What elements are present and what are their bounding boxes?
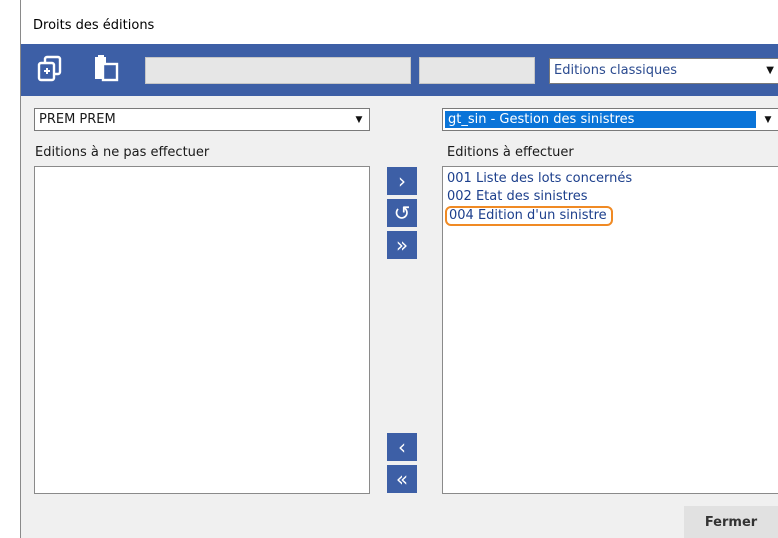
title-bar: Droits des éditions [21, 0, 778, 44]
copy-icon [36, 54, 64, 86]
list-item[interactable]: 002 Etat des sinistres [443, 188, 778, 206]
user-select[interactable]: PREM PREM ▼ [34, 108, 370, 131]
close-button[interactable]: Fermer [684, 506, 778, 538]
double-chevron-left-icon: « [395, 467, 409, 491]
copy-button[interactable] [33, 54, 67, 86]
included-list-label: Editions à effectuer [447, 145, 574, 160]
chevron-left-icon: ‹ [398, 435, 406, 459]
module-select[interactable]: gt_sin - Gestion des sinistres ▼ [442, 108, 778, 131]
move-right-button[interactable]: › [387, 167, 417, 195]
list-item[interactable]: 001 Liste des lots concernés [443, 170, 778, 188]
move-left-button[interactable]: ‹ [387, 433, 417, 461]
double-chevron-right-icon: » [395, 233, 409, 257]
paste-icon [92, 54, 120, 86]
readonly-field-1 [145, 57, 411, 84]
excluded-list-label: Editions à ne pas effectuer [35, 145, 210, 160]
move-all-right-button[interactable]: » [387, 231, 417, 259]
dialog-window: Droits des éditions Editions classiques … [20, 0, 778, 538]
module-select-value: gt_sin - Gestion des sinistres [445, 111, 756, 128]
chevron-down-icon[interactable]: ▼ [766, 65, 774, 76]
chevron-down-icon[interactable]: ▼ [758, 109, 778, 130]
user-select-value: PREM PREM [39, 112, 116, 127]
edition-type-value: Editions classiques [554, 63, 678, 78]
chevron-down-icon[interactable]: ▼ [349, 109, 369, 130]
chevron-right-icon: › [398, 169, 406, 193]
refresh-icon: ↺ [393, 201, 411, 225]
edition-type-select[interactable]: Editions classiques ▼ [549, 58, 778, 84]
toolbar: Editions classiques ▼ [21, 44, 778, 96]
list-item-highlighted[interactable]: 004 Edition d'un sinistre [445, 206, 613, 226]
paste-button[interactable] [89, 54, 123, 86]
included-editions-list[interactable]: 001 Liste des lots concernés 002 Etat de… [442, 166, 778, 494]
refresh-button[interactable]: ↺ [387, 199, 417, 227]
move-all-left-button[interactable]: « [387, 465, 417, 493]
readonly-field-2 [419, 57, 535, 84]
window-title: Droits des éditions [33, 18, 155, 33]
excluded-editions-list[interactable] [34, 166, 370, 494]
